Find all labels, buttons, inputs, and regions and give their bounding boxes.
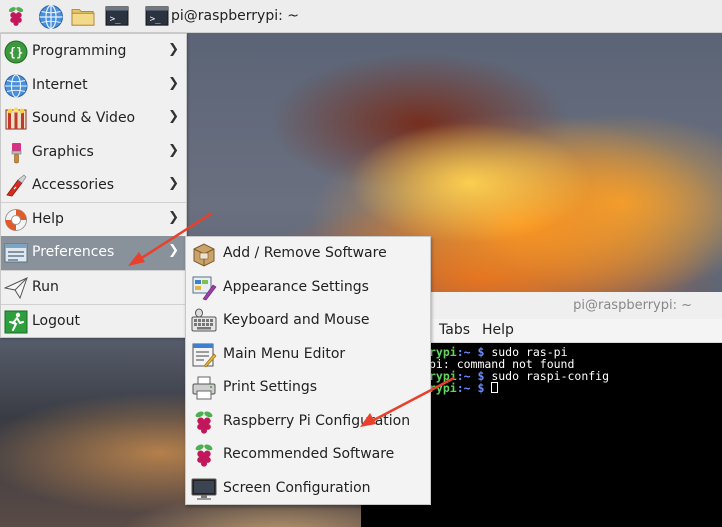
terminal-icon[interactable]: >_ (145, 5, 169, 27)
monitor-icon (191, 478, 217, 500)
svg-text:>_: >_ (110, 14, 122, 25)
taskbar-window-label[interactable]: pi@raspberrypi: ~ (171, 8, 299, 24)
submenu-item-screen-configuration[interactable]: Screen Configuration (186, 472, 430, 506)
chevron-right-icon: ❯ (168, 76, 179, 91)
chevron-right-icon: ❯ (168, 42, 179, 57)
programming-icon: {} (4, 40, 28, 64)
main-menu: {} Programming ❯ Internet ❯ Sound & Vide… (0, 33, 187, 338)
terminal-cursor (491, 382, 499, 393)
submenu-item-add-remove-software[interactable]: Add / Remove Software (186, 237, 430, 271)
submenu-item-main-menu-editor[interactable]: Main Menu Editor (186, 338, 430, 372)
menu-editor-icon (192, 343, 217, 367)
chevron-right-icon: ❯ (168, 143, 179, 158)
submenu-item-keyboard-and-mouse[interactable]: Keyboard and Mouse (186, 304, 430, 338)
menu-item-help[interactable]: Help ❯ (1, 203, 186, 237)
preferences-submenu: Add / Remove Software Appearance Setting… (185, 236, 431, 505)
submenu-item-recommended-software[interactable]: Recommended Software (186, 438, 430, 472)
menu-item-logout[interactable]: Logout (1, 305, 186, 339)
svg-text:{}: {} (9, 46, 23, 60)
chevron-right-icon: ❯ (168, 176, 179, 191)
raspberry-icon (195, 411, 213, 434)
sound-video-icon (5, 107, 27, 130)
keyboard-mouse-icon (191, 308, 217, 332)
run-paperplane-icon (4, 277, 28, 300)
menu-item-accessories[interactable]: Accessories ❯ (1, 169, 186, 203)
terminal-title: pi@raspberrypi: ~ (573, 298, 692, 313)
chevron-right-icon: ❯ (168, 109, 179, 124)
submenu-item-raspberry-pi-configuration[interactable]: Raspberry Pi Configuration (186, 405, 430, 439)
menu-item-internet[interactable]: Internet ❯ (1, 69, 186, 103)
file-manager-icon[interactable] (71, 5, 95, 27)
menu-item-sound-video[interactable]: Sound & Video ❯ (1, 102, 186, 136)
printer-icon (192, 376, 216, 400)
terminal-menu-tabs[interactable]: Tabs (439, 322, 470, 338)
taskbar: >_ >_ pi@raspberrypi: ~ (0, 0, 722, 33)
appearance-icon (192, 276, 217, 300)
logout-icon (4, 310, 28, 334)
accessories-knife-icon (6, 174, 27, 197)
submenu-item-appearance-settings[interactable]: Appearance Settings (186, 271, 430, 305)
terminal-icon[interactable]: >_ (105, 5, 129, 27)
menu-item-programming[interactable]: {} Programming ❯ (1, 35, 186, 69)
menu-item-preferences[interactable]: Preferences ❯ (1, 236, 186, 270)
raspberry-icon (195, 444, 213, 467)
menu-item-graphics[interactable]: Graphics ❯ (1, 136, 186, 170)
chevron-right-icon: ❯ (168, 243, 179, 258)
internet-globe-icon (4, 74, 28, 98)
menu-item-run[interactable]: Run (1, 271, 186, 305)
package-icon (193, 243, 215, 267)
chevron-right-icon: ❯ (168, 210, 179, 225)
raspberry-icon[interactable] (4, 5, 28, 27)
preferences-icon (4, 243, 28, 263)
graphics-brush-icon (11, 143, 22, 164)
web-browser-icon[interactable] (38, 4, 64, 30)
svg-text:>_: >_ (150, 14, 162, 25)
submenu-item-print-settings[interactable]: Print Settings (186, 371, 430, 405)
terminal-line: rypi:~ $ (429, 382, 722, 394)
terminal-menu-help[interactable]: Help (482, 322, 514, 338)
help-lifebuoy-icon (5, 209, 27, 231)
